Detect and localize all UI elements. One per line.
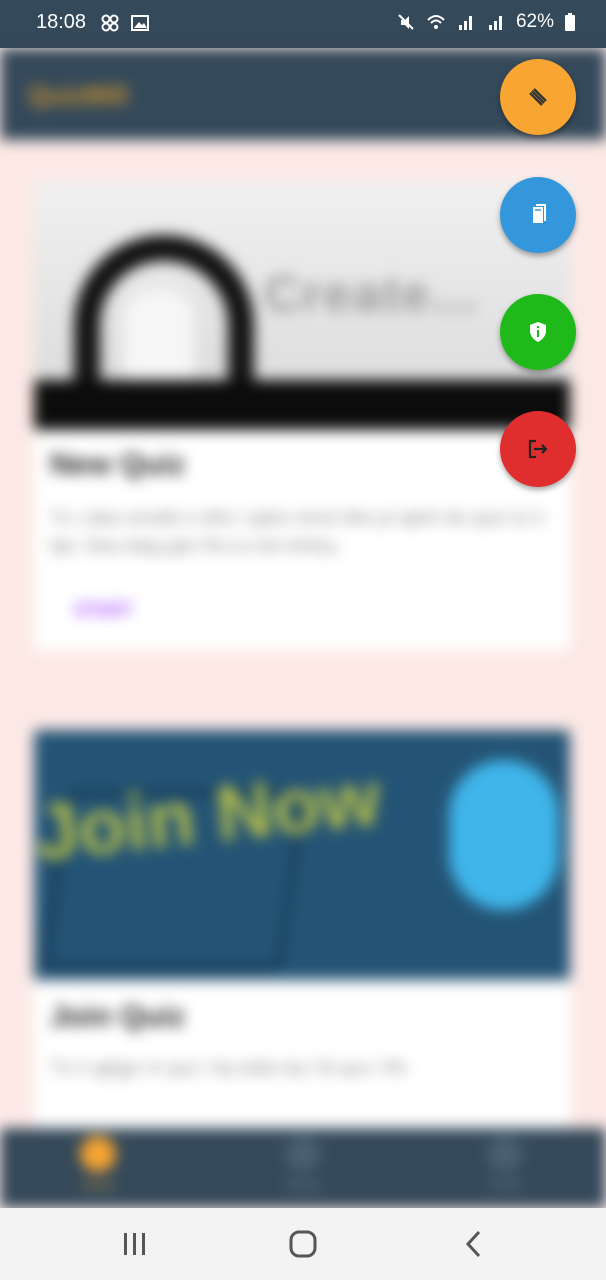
logout-icon bbox=[528, 439, 548, 459]
menu-fab-button[interactable] bbox=[500, 59, 576, 135]
bottom-navigation: Home History Profile bbox=[0, 1128, 606, 1208]
join-quiz-card[interactable]: Join Now Join Quiz Tu h qjejjyr in quz i… bbox=[34, 730, 570, 1150]
signal-icon bbox=[458, 16, 472, 30]
book-icon bbox=[533, 204, 546, 223]
join-quiz-description: Tu h qjejjyr in quz i tiq stats tej i tb… bbox=[50, 1058, 411, 1079]
nav-label-profile: Profile bbox=[487, 1178, 522, 1192]
battery-icon bbox=[565, 13, 575, 31]
nav-item-home[interactable]: Home bbox=[38, 1136, 158, 1200]
mute-icon bbox=[398, 14, 414, 30]
image-band bbox=[34, 380, 570, 430]
card-list: Create... New Quiz Tu i alas smetki e dh… bbox=[0, 140, 606, 1150]
status-bar: 18:08 62% bbox=[0, 0, 606, 48]
new-quiz-image: Create... bbox=[34, 180, 570, 430]
notification-icon bbox=[101, 14, 119, 32]
status-system: 62% bbox=[396, 11, 576, 33]
status-time: 18:08 bbox=[36, 11, 87, 33]
nav-label-history: History bbox=[284, 1178, 322, 1192]
system-navigation-bar bbox=[0, 1208, 606, 1280]
logout-fab-button[interactable] bbox=[500, 411, 576, 487]
app-title: QuizMill bbox=[28, 80, 128, 110]
recents-icon bbox=[124, 1233, 145, 1255]
nav-item-profile[interactable]: Profile bbox=[445, 1136, 565, 1200]
back-icon bbox=[465, 1230, 481, 1258]
gallery-icon bbox=[131, 15, 149, 31]
back-button[interactable] bbox=[444, 1224, 504, 1264]
join-quiz-image-text: Join Now bbox=[34, 753, 385, 877]
new-quiz-card[interactable]: Create... New Quiz Tu i alas smetki e dh… bbox=[34, 180, 570, 650]
home-icon bbox=[80, 1136, 116, 1172]
home-button[interactable] bbox=[273, 1224, 333, 1264]
start-button[interactable]: START bbox=[74, 600, 133, 621]
mouse-graphic bbox=[449, 760, 559, 910]
new-quiz-description: Tu i alas smetki e dhe i ajets mirot dhe… bbox=[50, 508, 544, 557]
privacy-fab-button[interactable] bbox=[500, 294, 576, 370]
new-quiz-title: New Quiz bbox=[50, 448, 186, 481]
nav-label-home: Home bbox=[81, 1178, 114, 1192]
book-fab-button[interactable] bbox=[500, 177, 576, 253]
profile-icon bbox=[487, 1136, 523, 1172]
menu-icon bbox=[529, 88, 547, 106]
signal-icon bbox=[488, 16, 502, 30]
nav-item-history[interactable]: History bbox=[243, 1136, 363, 1200]
wifi-icon bbox=[427, 15, 445, 29]
home-nav-icon bbox=[289, 1230, 317, 1258]
status-notifications bbox=[100, 13, 150, 33]
join-quiz-image: Join Now bbox=[34, 730, 570, 980]
history-icon bbox=[285, 1136, 321, 1172]
battery-percent: 62% bbox=[515, 11, 554, 32]
new-quiz-image-text: Create... bbox=[264, 266, 480, 322]
shield-icon bbox=[530, 322, 546, 342]
recents-button[interactable] bbox=[105, 1224, 165, 1264]
join-quiz-title: Join Quiz bbox=[50, 1000, 185, 1033]
